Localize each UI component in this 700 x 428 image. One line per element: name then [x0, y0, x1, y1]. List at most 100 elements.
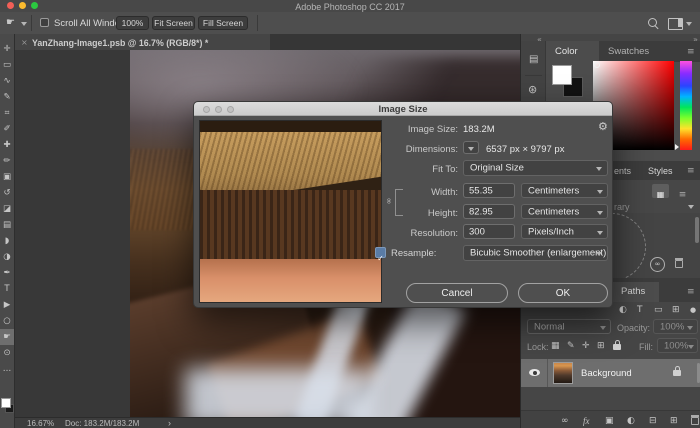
path-selection-tool[interactable]: ▶	[0, 297, 14, 313]
navigator-panel-icon[interactable]: ⊛	[528, 85, 537, 95]
hue-slider[interactable]	[680, 61, 692, 150]
lock-transparency-icon[interactable]: ▦	[551, 341, 560, 351]
fill-dropdown[interactable]: 100%	[657, 338, 698, 353]
eyedropper-tool[interactable]: ✐	[0, 121, 14, 137]
layer-name[interactable]: Background	[581, 368, 632, 380]
gear-icon[interactable]: ⚙	[598, 122, 608, 132]
fill-screen-button[interactable]: Fill Screen	[198, 16, 248, 30]
search-icon[interactable]	[648, 18, 657, 27]
panel-menu-icon[interactable]: ≡	[687, 287, 695, 297]
blur-tool[interactable]: ◗	[0, 233, 14, 249]
library-link-icon[interactable]: ∞	[650, 257, 665, 272]
lock-paint-icon[interactable]: ✎	[567, 341, 575, 351]
layer-style-fx-icon[interactable]: fx	[583, 416, 590, 426]
layer-mask-icon[interactable]: ▣	[605, 416, 614, 426]
ok-button[interactable]: OK	[518, 283, 608, 303]
dimensions-unit-dropdown[interactable]	[463, 141, 479, 154]
quick-selection-tool[interactable]: ✎	[0, 89, 14, 105]
document-tab[interactable]: × YanZhang-Image1.psb @ 16.7% (RGB/8*) *	[15, 34, 270, 50]
status-chevron-icon[interactable]: ›	[168, 418, 171, 428]
cancel-button[interactable]: Cancel	[406, 283, 508, 303]
brush-tool[interactable]: ✏	[0, 153, 14, 169]
foreground-color-swatch[interactable]	[552, 65, 572, 85]
height-input[interactable]: 82.95	[463, 204, 515, 219]
panel-menu-icon[interactable]: ≡	[687, 166, 695, 176]
filter-shape-icon[interactable]: ▭	[654, 305, 663, 315]
delete-layer-icon[interactable]	[691, 417, 699, 425]
presets-panel-icon[interactable]: ▤	[529, 55, 538, 65]
hand-tool-icon[interactable]: ☛	[6, 18, 15, 28]
type-tool[interactable]: T	[0, 281, 14, 297]
resolution-value: 300	[469, 226, 485, 237]
healing-brush-tool[interactable]: ✚	[0, 137, 14, 153]
clone-stamp-tool[interactable]: ▣	[0, 169, 14, 185]
resample-checkbox[interactable]: ✓	[375, 247, 386, 258]
zoom-tool[interactable]: ⊙	[0, 345, 14, 361]
chevron-down-icon[interactable]	[686, 22, 692, 26]
new-layer-icon[interactable]: ⊞	[670, 416, 678, 426]
grid-view-button[interactable]: ▦	[652, 184, 669, 198]
filter-type-icon[interactable]: T	[637, 305, 643, 315]
tab-adjustments[interactable]: ents	[614, 165, 631, 177]
foreground-color-swatch[interactable]	[1, 398, 11, 408]
opacity-label: Opacity:	[617, 322, 650, 334]
link-layers-icon[interactable]: ∞	[561, 416, 569, 426]
zoom-level[interactable]: 16.67%	[27, 419, 54, 428]
blend-mode-dropdown[interactable]: Normal	[527, 319, 611, 334]
lasso-tool[interactable]: ∿	[0, 73, 14, 89]
list-view-button[interactable]: ≡	[674, 184, 691, 198]
tab-color[interactable]: Color	[546, 41, 599, 62]
dodge-tool[interactable]: ◑	[0, 249, 14, 265]
workspace-icon[interactable]	[668, 18, 683, 30]
chevron-down-icon[interactable]	[21, 22, 27, 26]
link-dimensions-icon[interactable]: ∞	[383, 198, 393, 205]
tools-panel: ✛ ▭ ∿ ✎ ⌗ ✐ ✚ ✏ ▣ ↺ ◪ ▤ ◗ ◑ ✒ T ▶ ○ ☛ ⊙ …	[0, 34, 15, 428]
tab-styles[interactable]: Styles	[648, 165, 673, 177]
filter-adjustment-icon[interactable]: ◐	[619, 305, 627, 315]
crop-tool[interactable]: ⌗	[0, 105, 14, 121]
move-tool[interactable]: ✛	[0, 41, 14, 57]
pen-tool[interactable]: ✒	[0, 265, 14, 281]
scrollbar-thumb[interactable]	[695, 217, 699, 243]
lock-position-icon[interactable]: ✛	[582, 341, 590, 351]
marquee-tool[interactable]: ▭	[0, 57, 14, 73]
layer-visibility-eye-icon[interactable]	[529, 369, 540, 376]
close-tab-icon[interactable]: ×	[21, 38, 28, 48]
layer-row-background[interactable]: Background	[521, 359, 700, 387]
color-field-cursor[interactable]	[594, 62, 600, 68]
height-unit-dropdown[interactable]: Centimeters	[521, 204, 608, 219]
resolution-unit-dropdown[interactable]: Pixels/Inch	[521, 224, 608, 239]
width-input[interactable]: 55.35	[463, 183, 515, 198]
panel-menu-icon[interactable]: ≡	[687, 47, 695, 57]
height-label: Height:	[348, 208, 458, 219]
hand-tool[interactable]: ☛	[0, 329, 14, 345]
layer-thumbnail[interactable]	[553, 362, 573, 384]
adjustment-layer-icon[interactable]: ◐	[627, 416, 635, 426]
chevron-down-icon[interactable]	[688, 205, 694, 209]
dialog-titlebar[interactable]: Image Size	[194, 102, 612, 116]
library-dropdown[interactable]: rary	[614, 201, 630, 213]
history-brush-tool[interactable]: ↺	[0, 185, 14, 201]
resample-method-dropdown[interactable]: Bicubic Smoother (enlargement)	[463, 245, 608, 261]
zoom-100-button[interactable]: 100%	[116, 16, 149, 30]
gradient-tool[interactable]: ▤	[0, 217, 14, 233]
width-unit-dropdown[interactable]: Centimeters	[521, 183, 608, 198]
fit-screen-button[interactable]: Fit Screen	[152, 16, 195, 30]
tab-swatches[interactable]: Swatches	[608, 46, 649, 58]
eraser-tool[interactable]: ◪	[0, 201, 14, 217]
tab-paths[interactable]: Paths	[611, 282, 659, 302]
lock-artboard-icon[interactable]: ⊞	[597, 341, 605, 351]
filter-toggle-icon[interactable]: ●	[690, 305, 696, 315]
shape-tool[interactable]: ○	[0, 313, 14, 329]
new-group-icon[interactable]: ⊟	[649, 416, 657, 426]
fit-to-dropdown[interactable]: Original Size	[463, 160, 608, 176]
resolution-input[interactable]: 300	[463, 224, 515, 239]
opacity-dropdown[interactable]: 100%	[653, 319, 698, 334]
filter-smart-object-icon[interactable]: ⊞	[672, 305, 680, 315]
more-tools[interactable]: …	[0, 361, 14, 377]
hue-slider-marker[interactable]	[675, 144, 679, 150]
trash-icon[interactable]	[675, 260, 683, 268]
layer-lock-icon[interactable]	[673, 370, 681, 376]
lock-all-icon[interactable]	[613, 344, 621, 350]
scroll-all-windows-checkbox[interactable]	[40, 18, 49, 27]
